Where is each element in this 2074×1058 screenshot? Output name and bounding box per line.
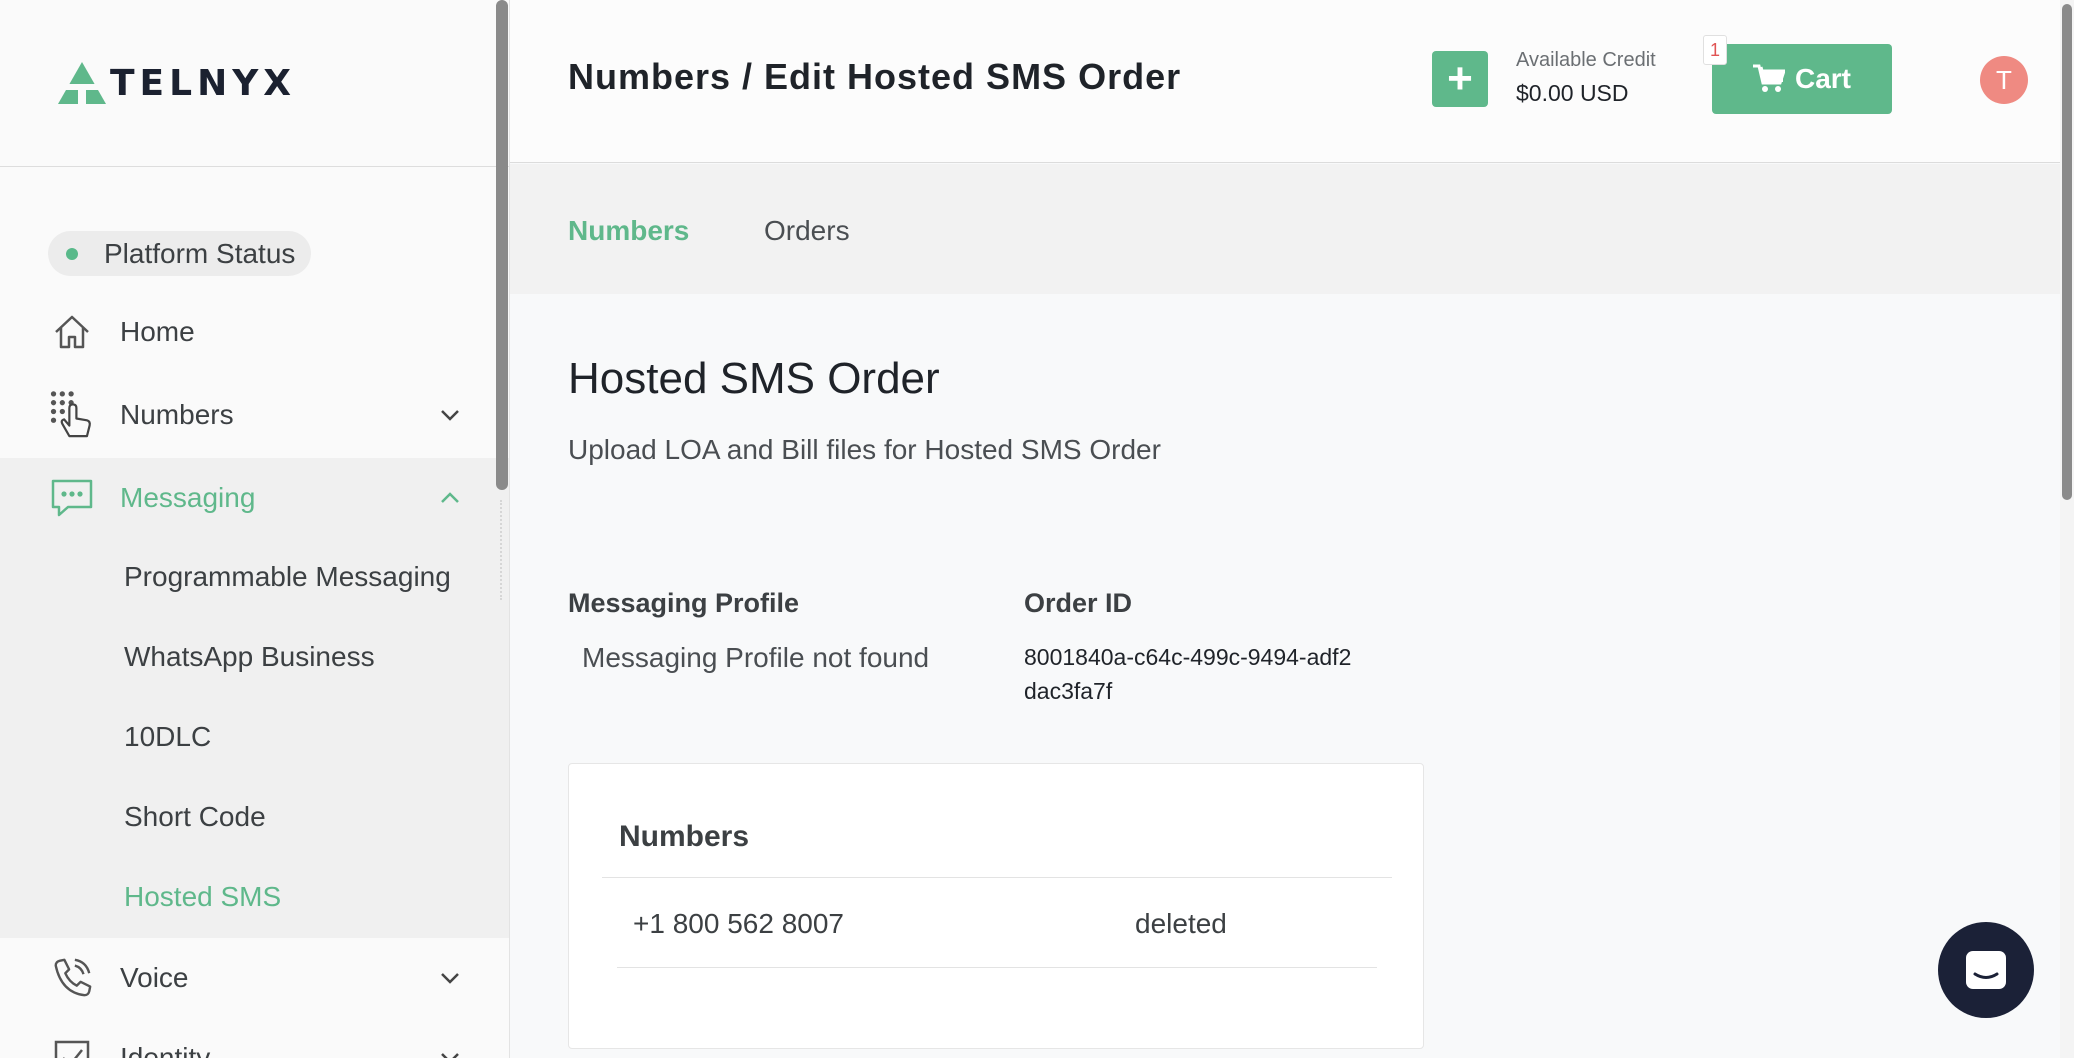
chevron-up-icon[interactable] <box>438 486 462 510</box>
sidebar-subitem-10dlc[interactable]: 10DLC <box>124 721 211 753</box>
order-id-label: Order ID <box>1024 588 1133 618</box>
add-credit-button[interactable]: + <box>1432 51 1488 107</box>
sidebar-subitem-whatsapp-business[interactable]: WhatsApp Business <box>124 641 375 673</box>
sidebar: TELNYX Platform Status Home Numbers Mess… <box>0 0 510 1058</box>
sidebar-item-numbers[interactable]: Numbers <box>0 375 509 455</box>
sidebar-item-label: Home <box>120 316 195 347</box>
tabs-bar: Numbers Orders <box>510 164 2060 294</box>
messaging-profile-label: Messaging Profile <box>568 588 800 618</box>
chat-bubble-icon <box>50 476 94 520</box>
numbers-card: Numbers +1 800 562 8007 deleted <box>568 763 1424 1049</box>
phone-icon <box>50 956 94 1000</box>
cart-icon <box>1752 64 1785 92</box>
logo-text: TELNYX <box>110 62 297 104</box>
sidebar-subitem-short-code[interactable]: Short Code <box>124 801 266 833</box>
available-credit-label: Available Credit <box>1516 49 1656 71</box>
logo[interactable]: TELNYX <box>0 0 509 167</box>
chevron-down-icon[interactable] <box>438 1046 462 1058</box>
sidebar-scrollbar[interactable] <box>496 0 508 490</box>
sidebar-item-home[interactable]: Home <box>0 292 509 372</box>
cart-button[interactable]: Cart <box>1712 44 1892 114</box>
tab-numbers[interactable]: Numbers <box>568 215 689 247</box>
cart-label: Cart <box>1794 63 1851 94</box>
available-credit-value: $0.00 USD <box>1516 80 1629 106</box>
platform-status-label: Platform Status <box>104 237 296 269</box>
chat-support-button[interactable] <box>1938 922 2034 1018</box>
avatar[interactable]: T <box>1980 56 2028 104</box>
sidebar-scrollbar-track <box>500 500 506 600</box>
page-scrollbar-thumb[interactable] <box>2062 4 2072 500</box>
messaging-profile-value: Messaging Profile not found <box>582 642 930 673</box>
home-icon <box>50 310 94 354</box>
checkbox-icon <box>50 1036 94 1058</box>
breadcrumb: Numbers / Edit Hosted SMS Order <box>568 56 1182 97</box>
order-id-value: 8001840a-c64c-499c-9494-adf2dac3fa7f <box>1024 644 1352 704</box>
sidebar-subitem-hosted-sms[interactable]: Hosted SMS <box>124 881 281 913</box>
sidebar-item-label: Numbers <box>120 399 234 430</box>
status-dot-icon <box>66 247 78 260</box>
cart-count-badge: 1 <box>1703 35 1727 65</box>
sidebar-item-label: Identity <box>120 1042 211 1058</box>
sidebar-item-identity[interactable]: Identity <box>0 1018 509 1058</box>
page-title: Hosted SMS Order <box>568 354 940 403</box>
page-subtitle: Upload LOA and Bill files for Hosted SMS… <box>568 434 1161 465</box>
platform-status-badge[interactable]: Platform Status <box>48 231 312 276</box>
dialpad-hand-icon <box>50 391 94 438</box>
phone-number: +1 800 562 8007 <box>633 908 844 939</box>
telnyx-logo-icon <box>58 62 106 104</box>
numbers-card-title: Numbers <box>619 820 750 853</box>
tab-orders[interactable]: Orders <box>764 215 850 247</box>
top-header: Numbers / Edit Hosted SMS Order + Availa… <box>510 0 2060 163</box>
sidebar-item-voice[interactable]: Voice <box>0 938 509 1018</box>
chat-icon <box>1966 951 2006 989</box>
sidebar-subitem-programmable-messaging[interactable]: Programmable Messaging <box>124 561 451 593</box>
sidebar-item-label: Voice <box>120 962 189 993</box>
number-status: deleted <box>1135 908 1227 939</box>
chevron-down-icon[interactable] <box>438 403 462 427</box>
page-scrollbar[interactable] <box>2060 0 2074 1058</box>
sidebar-item-messaging[interactable]: Messaging <box>0 458 509 538</box>
chevron-down-icon[interactable] <box>438 966 462 990</box>
table-row: +1 800 562 8007 deleted <box>617 878 1377 968</box>
sidebar-item-label: Messaging <box>120 482 256 513</box>
